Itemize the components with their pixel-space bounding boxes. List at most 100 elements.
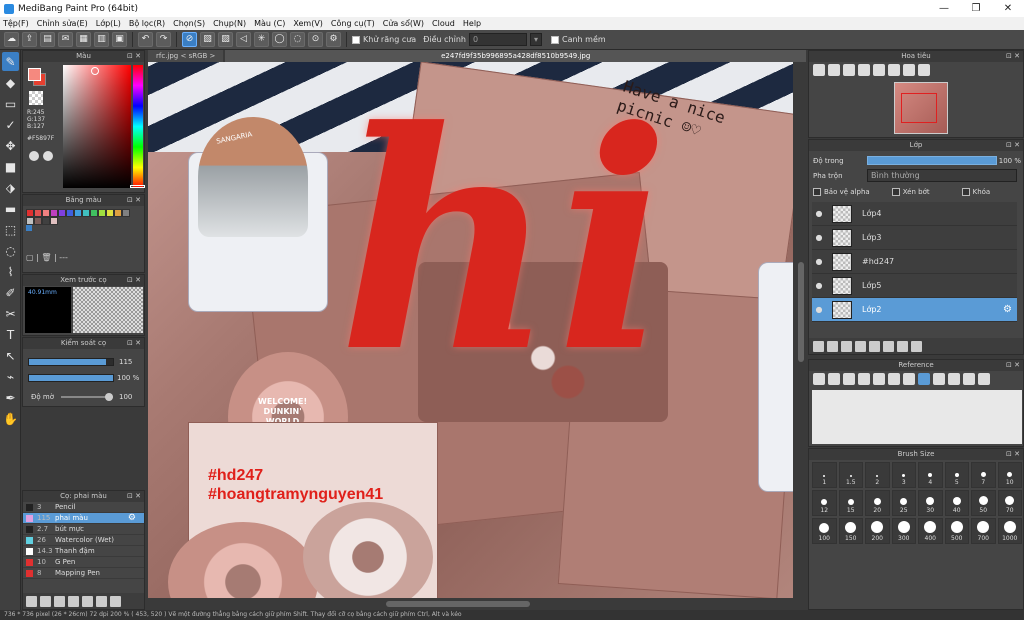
brush-list-item[interactable]: 2.7 bút mực — [23, 524, 144, 535]
operation-tool-icon[interactable]: ↖ — [2, 346, 19, 365]
panel-dock-icon[interactable]: ⊡ ✕ — [1006, 140, 1020, 151]
brush-menu-icon[interactable] — [54, 595, 65, 607]
rotate-right-icon[interactable] — [963, 373, 975, 385]
menu-select[interactable]: Chọn(S) — [173, 19, 205, 28]
rotate-reset-icon[interactable] — [918, 64, 930, 76]
vanishing-snap-icon[interactable]: ◁ — [236, 32, 251, 47]
brush-size-option[interactable]: 25 — [891, 490, 916, 516]
trash-icon[interactable] — [110, 595, 121, 607]
panel-dock-icon[interactable]: ⊡ ✕ — [127, 491, 141, 502]
minimize-button[interactable]: — — [928, 3, 960, 14]
brush-size-option[interactable]: 2 — [865, 462, 890, 488]
layer-row[interactable]: ● #hd247 — [812, 250, 1017, 274]
brush-list-item[interactable]: 10 G Pen — [23, 557, 144, 568]
adjust-select[interactable]: 0 — [468, 33, 527, 46]
saturation-value-picker[interactable] — [63, 65, 131, 188]
blend-mode-select[interactable]: Bình thường — [867, 169, 1017, 182]
palette-swatch[interactable] — [82, 209, 90, 217]
move-tool-icon[interactable]: ✥ — [2, 136, 19, 155]
zoom-out-icon[interactable] — [858, 64, 870, 76]
zoom-in-icon[interactable] — [813, 64, 825, 76]
canvas-vertical-scrollbar[interactable] — [795, 62, 807, 598]
palette-swatch[interactable] — [58, 209, 66, 217]
hue-slider[interactable] — [133, 65, 143, 188]
text-tool-icon[interactable]: T — [2, 325, 19, 344]
cross-snap-icon[interactable]: ▨ — [218, 32, 233, 47]
redo-icon[interactable]: ↷ — [156, 32, 171, 47]
panel-dock-icon[interactable]: ⊡ ✕ — [1006, 449, 1020, 460]
color-slider-icon[interactable] — [43, 151, 53, 161]
brush-size-option[interactable]: 15 — [838, 490, 863, 516]
brush-size-option[interactable]: 30 — [918, 490, 943, 516]
menu-tools[interactable]: Công cụ(T) — [331, 19, 375, 28]
palette-swatch[interactable] — [50, 209, 58, 217]
menu-cloud[interactable]: Cloud — [432, 19, 455, 28]
menu-color[interactable]: Màu (C) — [254, 19, 285, 28]
eyedropper-icon[interactable] — [903, 373, 915, 385]
color-wheel-icon[interactable] — [29, 151, 39, 161]
panel-dock-icon[interactable]: ⊡ ✕ — [127, 275, 141, 286]
cloud-icon[interactable]: ☁ — [4, 32, 19, 47]
merge-layer-icon[interactable] — [897, 340, 908, 352]
tab-document-1[interactable]: rfc.jpg < sRGB > — [148, 50, 224, 62]
brush-size-option[interactable]: 100 — [812, 518, 837, 544]
new-halftone-layer-icon[interactable] — [827, 340, 838, 352]
eyedropper-icon[interactable]: ✒ — [2, 388, 19, 407]
foreground-color-swatch[interactable] — [28, 68, 41, 81]
brush-size-option[interactable]: 200 — [865, 518, 890, 544]
brush-settings-icon[interactable] — [68, 595, 79, 607]
trash-icon[interactable]: 🗑 — [41, 253, 51, 262]
rotate-left-icon[interactable] — [933, 373, 945, 385]
palette-swatch[interactable] — [66, 209, 74, 217]
palette-swatch[interactable] — [106, 209, 114, 217]
brush-size-option[interactable]: 70 — [997, 490, 1022, 516]
brush-list-item[interactable]: 8 Mapping Pen — [23, 568, 144, 579]
actual-size-icon[interactable] — [873, 64, 885, 76]
brush-size-option[interactable]: 700 — [971, 518, 996, 544]
divide-tool-icon[interactable]: ⌁ — [2, 367, 19, 386]
brush-size-option[interactable]: 7 — [971, 462, 996, 488]
palette-swatch[interactable] — [98, 209, 106, 217]
brush-size-slider[interactable] — [28, 358, 114, 366]
navigator-viewport[interactable] — [901, 93, 937, 123]
blur-value[interactable]: 100 — [119, 393, 132, 401]
undo-icon[interactable]: ↶ — [138, 32, 153, 47]
brush-size-option[interactable]: 1000 — [997, 518, 1022, 544]
layer-name[interactable]: Lớp3 — [862, 233, 882, 242]
canvas-horizontal-scrollbar[interactable] — [148, 598, 795, 610]
brush-tool-icon[interactable]: ✎ — [2, 52, 19, 71]
layer-row[interactable]: ● Lớp2 ⚙ — [812, 298, 1017, 322]
palette-swatch[interactable] — [50, 217, 58, 225]
layer-opacity-slider[interactable] — [867, 156, 997, 165]
layer-visibility-eye-icon[interactable]: ● — [814, 305, 824, 314]
new-page-icon[interactable]: ▢ — [26, 253, 34, 262]
add-brush-icon[interactable] — [40, 595, 51, 607]
layer-folder-icon[interactable] — [869, 340, 880, 352]
palette-swatch[interactable] — [34, 217, 42, 225]
brush-size-option[interactable]: 4 — [918, 462, 943, 488]
brush-size-option[interactable]: 150 — [838, 518, 863, 544]
comment-icon[interactable]: ✉ — [58, 32, 73, 47]
brush-size-option[interactable]: 300 — [891, 518, 916, 544]
layer-row[interactable]: ● Lớp4 — [812, 202, 1017, 226]
hand-tool-icon[interactable]: ✋ — [2, 409, 19, 428]
brush-size-option[interactable]: 5 — [944, 462, 969, 488]
brush-size-option[interactable]: 1 — [812, 462, 837, 488]
snap-settings-icon[interactable]: ⚙ — [326, 32, 341, 47]
brush-list-item[interactable]: 14.3 Thanh đậm — [23, 546, 144, 557]
dot-tool-icon[interactable]: ✓ — [2, 115, 19, 134]
menu-file[interactable]: Tệp(F) — [3, 19, 29, 28]
delete-layer-icon[interactable] — [911, 340, 922, 352]
layer-name[interactable]: Lớp5 — [862, 281, 882, 290]
flip-icon[interactable] — [888, 64, 900, 76]
panel-dock-icon[interactable]: ⊡ ✕ — [1006, 360, 1020, 371]
brush-list-item[interactable]: 26 Watercolor (Wet) — [23, 535, 144, 546]
zoom-in-icon[interactable] — [858, 373, 870, 385]
antialias-checkbox[interactable] — [352, 35, 360, 44]
panel-dock-icon[interactable]: ⊡ ✕ — [127, 51, 141, 62]
clipping-checkbox[interactable] — [891, 187, 900, 196]
copy-brush-icon[interactable] — [96, 595, 107, 607]
layer-row[interactable]: ● Lớp3 — [812, 226, 1017, 250]
brush-size-option[interactable]: 3 — [891, 462, 916, 488]
curve-snap-icon[interactable]: ◌ — [290, 32, 305, 47]
